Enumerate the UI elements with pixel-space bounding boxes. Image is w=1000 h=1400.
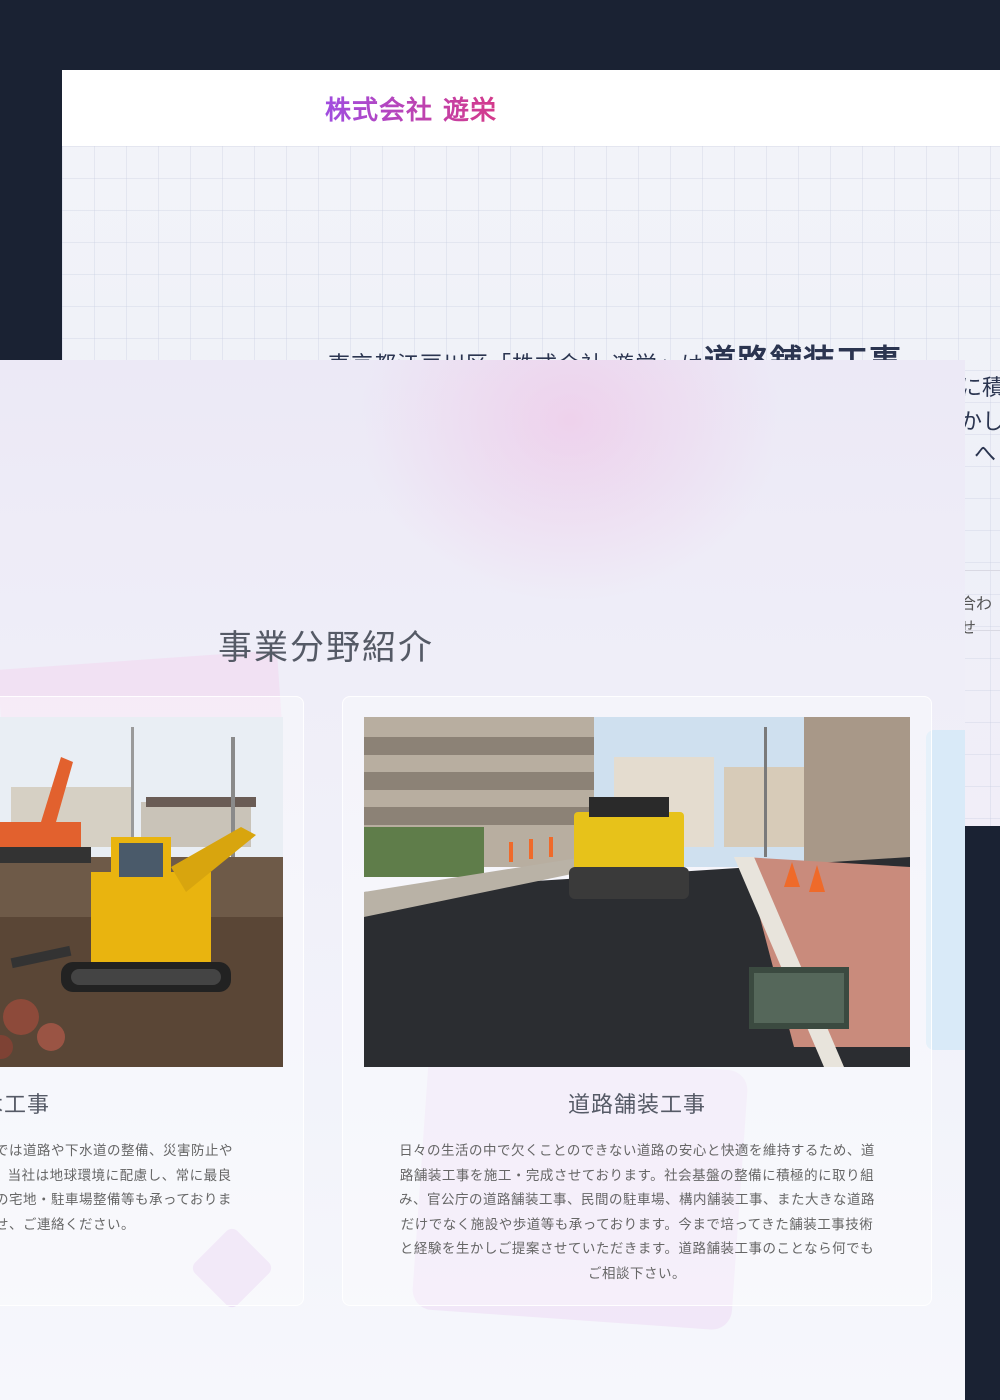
hero-text-fragment: かし (960, 410, 1000, 435)
card-description-line: す。当社は地球環境に配慮し、常に最良 (0, 1167, 232, 1184)
road-roller-photo (364, 717, 910, 1067)
front-window: 事業分野紹介 工事 社では道路や下水道の整備、災害防止や す。当社は地球環境に配… (0, 360, 965, 1400)
site-header: 株式会社 遊栄 (62, 70, 1000, 146)
section-title: 事業分野紹介 (218, 628, 434, 669)
card-title: 木工事 (0, 1093, 51, 1118)
excavator-photo-illustration (0, 717, 283, 1067)
card-description-line: 合せ、ご連絡ください。 (0, 1216, 135, 1233)
card-description-line: 間の宅地・駐車場整備等も承っておりま (0, 1192, 232, 1208)
card-description-line: ご相談下さい。 (588, 1265, 686, 1282)
card-description-line: だけでなく施設や歩道等も承っております。今まで培ってきた舗装工事技術 (400, 1216, 874, 1233)
divider (962, 630, 1000, 631)
card-description-line: 社では道路や下水道の整備、災害防止や (0, 1143, 233, 1159)
service-card-road-paving[interactable]: 道路舗装工事 日々の生活の中で欠くことのできない道路の安心と快適を維持するため、… (342, 696, 932, 1306)
road-roller-photo-illustration (364, 717, 910, 1067)
card-description-line: み、官公庁の道路舗装工事、民間の駐車場、構内舗装工事、また大きな道路 (399, 1192, 875, 1208)
hero-text-fragment: に積 (960, 376, 1000, 401)
card-description-line: と経験を生かしご提案させていただきます。道路舗装工事のことなら何でも (399, 1241, 875, 1257)
card-description-line: 路舗装工事を施工・完成させております。社会基盤の整備に積極的に取り組 (399, 1167, 875, 1184)
card-description: 日々の生活の中で欠くことのできない道路の安心と快適を維持するため、道 路舗装工事… (365, 1139, 909, 1286)
card-description: 社では道路や下水道の整備、災害防止や す。当社は地球環境に配慮し、常に最良 間の… (0, 1139, 283, 1237)
excavator-photo (0, 717, 283, 1067)
site-logo[interactable]: 株式会社 遊栄 (325, 90, 497, 127)
card-title: 道路舗装工事 (567, 1093, 706, 1118)
divider (962, 570, 1000, 571)
hero-text-fragment: へ (974, 442, 997, 467)
service-card-civil[interactable]: 木工事 社では道路や下水道の整備、災害防止や す。当社は地球環境に配慮し、常に最… (0, 696, 304, 1306)
card-description-line: 日々の生活の中で欠くことのできない道路の安心と快適を維持するため、道 (399, 1143, 875, 1159)
background-glow (360, 360, 780, 600)
